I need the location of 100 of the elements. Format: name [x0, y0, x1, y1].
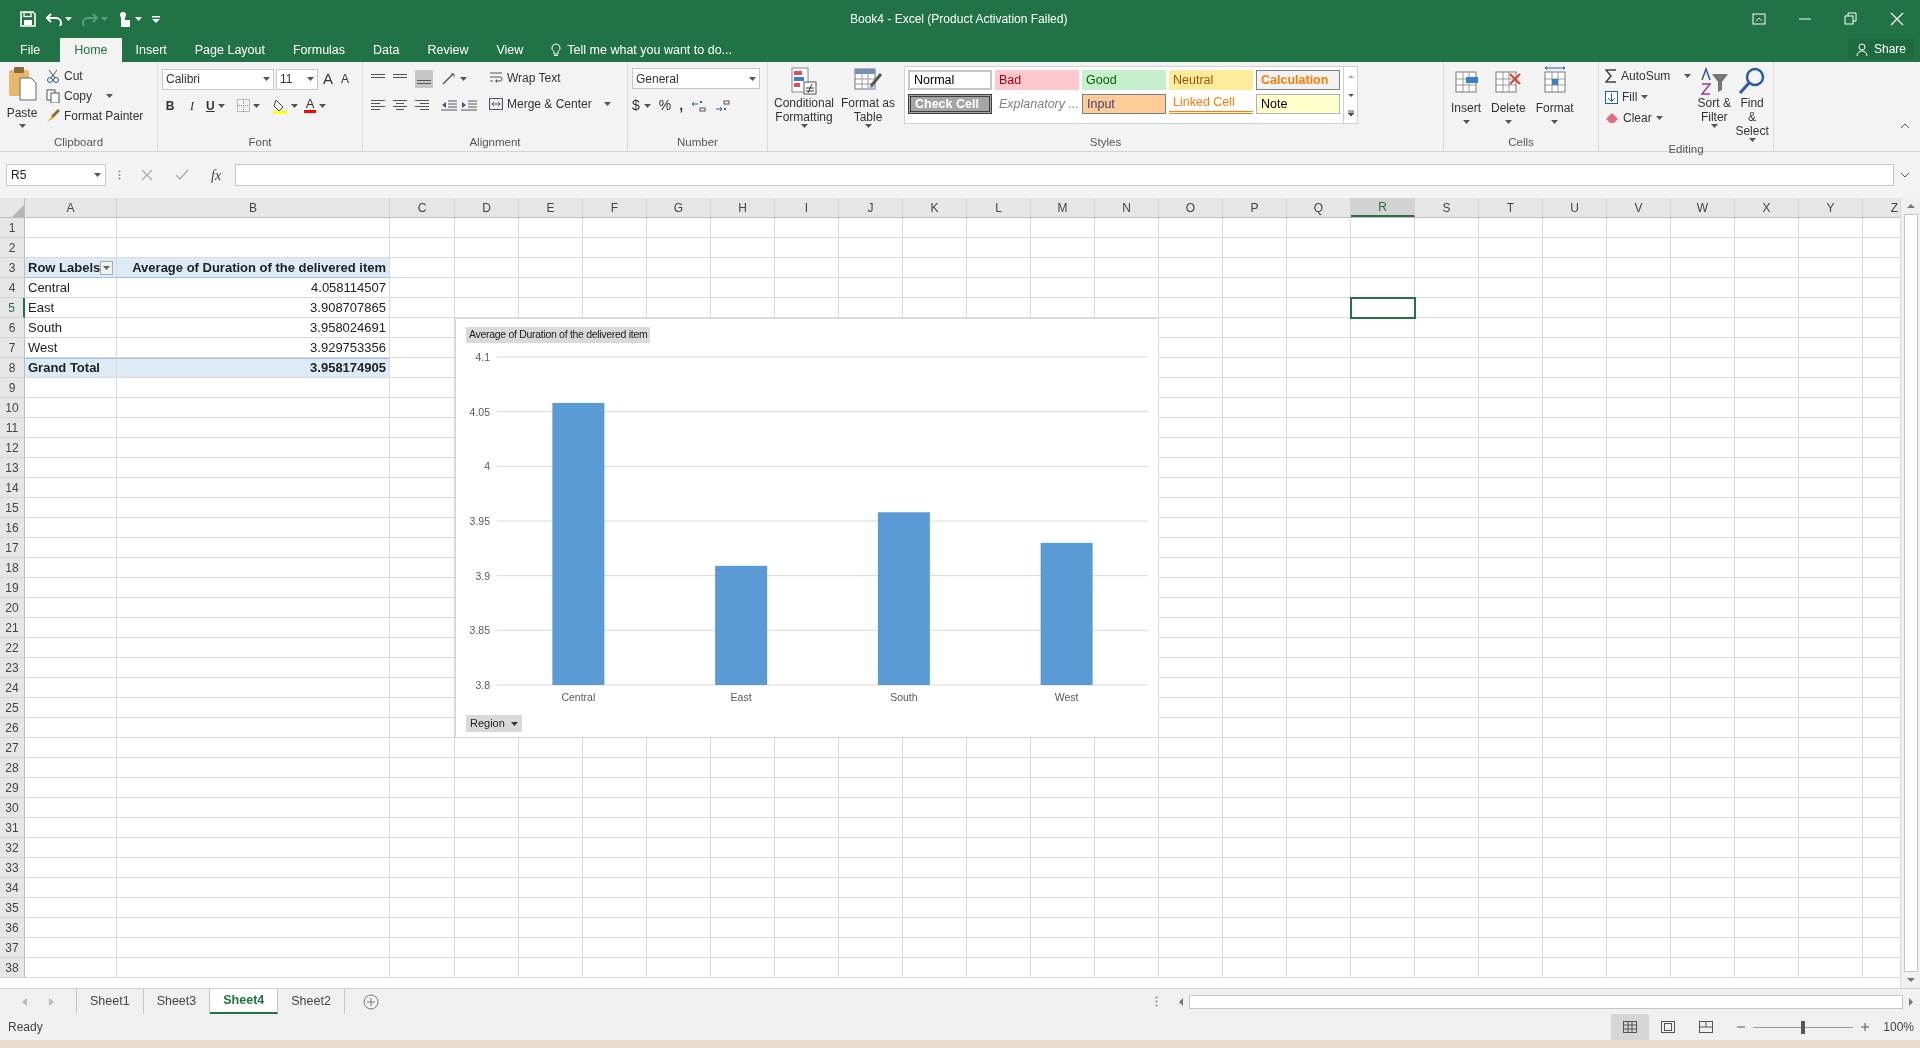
ribbon-tab[interactable]: Data	[359, 38, 414, 62]
row-header[interactable]: 10	[0, 398, 25, 418]
grid-cell[interactable]: Row Labels	[25, 258, 117, 278]
row-header[interactable]: 17	[0, 538, 25, 558]
caret-icon[interactable]	[643, 103, 651, 108]
caret-icon[interactable]	[1462, 120, 1470, 124]
enter-icon[interactable]	[175, 169, 189, 181]
page-layout-icon[interactable]	[1661, 1021, 1676, 1033]
row-header[interactable]: 30	[0, 798, 25, 818]
close-icon[interactable]	[1890, 12, 1904, 26]
row-header[interactable]: 32	[0, 838, 25, 858]
font-name-field[interactable]: Calibri	[162, 68, 274, 90]
ribbon-tab[interactable]: View	[482, 38, 538, 62]
scroll-down-icon[interactable]	[1905, 975, 1916, 985]
row-header[interactable]: 34	[0, 878, 25, 898]
insert-button[interactable]: Insert	[1448, 66, 1484, 124]
copy-button[interactable]: Copy	[44, 86, 146, 106]
italic-button[interactable]: I	[184, 96, 200, 115]
cell-style-button[interactable]: Note	[1256, 94, 1340, 114]
caret-icon[interactable]	[1748, 138, 1756, 142]
cell-style-button[interactable]: Bad	[995, 70, 1079, 90]
row-header[interactable]: 12	[0, 438, 25, 458]
comma-button[interactable]: ,	[679, 95, 684, 116]
row-header[interactable]: 36	[0, 918, 25, 938]
row-header[interactable]: 20	[0, 598, 25, 618]
caret-icon[interactable]	[460, 77, 467, 81]
add-sheet-icon[interactable]	[362, 993, 379, 1010]
orientation-icon[interactable]	[441, 72, 457, 86]
caret-icon[interactable]	[510, 721, 518, 726]
caret-icon[interactable]	[1655, 116, 1663, 120]
center-icon[interactable]	[393, 98, 407, 112]
caret-icon[interactable]	[263, 77, 270, 82]
zoom-level[interactable]: 100%	[1883, 1018, 1914, 1036]
active-cell[interactable]	[1351, 298, 1415, 318]
row-header[interactable]: 21	[0, 618, 25, 638]
row-header[interactable]: 5	[0, 298, 25, 318]
split-handle-icon[interactable]	[1155, 996, 1158, 1007]
column-header[interactable]: B	[117, 198, 390, 217]
increase-decimal-icon[interactable]	[691, 98, 708, 113]
column-header[interactable]: C	[390, 198, 455, 217]
row-header[interactable]: 8	[0, 358, 25, 378]
bar[interactable]	[552, 402, 605, 685]
column-header[interactable]: X	[1735, 198, 1799, 217]
column-header[interactable]: P	[1223, 198, 1287, 217]
column-header[interactable]: U	[1543, 198, 1607, 217]
row-header[interactable]: 3	[0, 258, 25, 278]
caret-icon[interactable]	[135, 17, 142, 21]
font-color-button[interactable]: A	[303, 98, 317, 113]
sort-filter-button[interactable]: Sort & Filter	[1697, 66, 1732, 128]
paste-button[interactable]: Paste	[4, 66, 40, 128]
scroll-thumb[interactable]	[1189, 994, 1903, 1009]
cell-style-button[interactable]: Good	[1082, 70, 1166, 90]
caret-icon[interactable]	[749, 76, 756, 81]
field-button[interactable]: Region	[466, 715, 522, 732]
row-header[interactable]: 15	[0, 498, 25, 518]
merge-center-button[interactable]: Merge & Center	[487, 94, 613, 114]
column-header[interactable]: D	[455, 198, 519, 217]
chart-title[interactable]: Average of Duration of the delivered item	[466, 327, 651, 343]
align-right-icon[interactable]	[415, 98, 429, 112]
zoom-slider-thumb[interactable]	[1801, 1020, 1806, 1034]
bold-button[interactable]: B	[162, 96, 178, 115]
column-header[interactable]: M	[1031, 198, 1095, 217]
fill-color-icon[interactable]	[271, 97, 288, 114]
row-header[interactable]: 27	[0, 738, 25, 758]
row-header[interactable]: 24	[0, 678, 25, 698]
save-icon[interactable]	[20, 11, 36, 27]
font-size-field[interactable]: 11	[276, 68, 318, 90]
row-header[interactable]: 31	[0, 818, 25, 838]
ribbon-tab[interactable]: Home	[60, 38, 122, 62]
scroll-right-icon[interactable]	[1906, 996, 1916, 1007]
borders-icon[interactable]	[236, 99, 250, 112]
caret-icon[interactable]	[1551, 120, 1559, 124]
autosum-button[interactable]: AutoSum	[1603, 66, 1694, 86]
underline-button[interactable]: U	[206, 96, 215, 115]
conditional-formatting-button[interactable]: Conditional Formatting	[772, 66, 836, 128]
column-header[interactable]: F	[583, 198, 647, 217]
percent-button[interactable]: %	[658, 95, 672, 116]
increase-indent-icon[interactable]	[461, 98, 477, 112]
next-sheet-icon[interactable]	[48, 997, 54, 1006]
column-header[interactable]: A	[25, 198, 117, 217]
format-button[interactable]: Format	[1532, 66, 1577, 124]
caret-icon[interactable]	[864, 124, 872, 128]
formula-field[interactable]	[235, 164, 1894, 186]
row-header[interactable]: 7	[0, 338, 25, 358]
caret-icon[interactable]	[18, 124, 26, 128]
caret-icon[interactable]	[603, 102, 611, 106]
column-header[interactable]: O	[1159, 198, 1223, 217]
column-header[interactable]: S	[1415, 198, 1479, 217]
cut-button[interactable]: Cut	[44, 66, 146, 86]
caret-icon[interactable]	[217, 103, 225, 108]
row-header[interactable]: 16	[0, 518, 25, 538]
scroll-thumb[interactable]	[1903, 214, 1918, 972]
find-select-button[interactable]: Find & Select	[1735, 66, 1769, 142]
row-header[interactable]: 18	[0, 558, 25, 578]
caret-icon[interactable]	[800, 124, 808, 128]
fill-button[interactable]: Fill	[1603, 87, 1694, 107]
caret-icon[interactable]	[106, 94, 113, 98]
tell-me-field[interactable]: Tell me what you want to do...	[547, 38, 772, 62]
more-styles-icon[interactable]	[1345, 109, 1356, 119]
clear-button[interactable]: Clear	[1603, 108, 1694, 128]
